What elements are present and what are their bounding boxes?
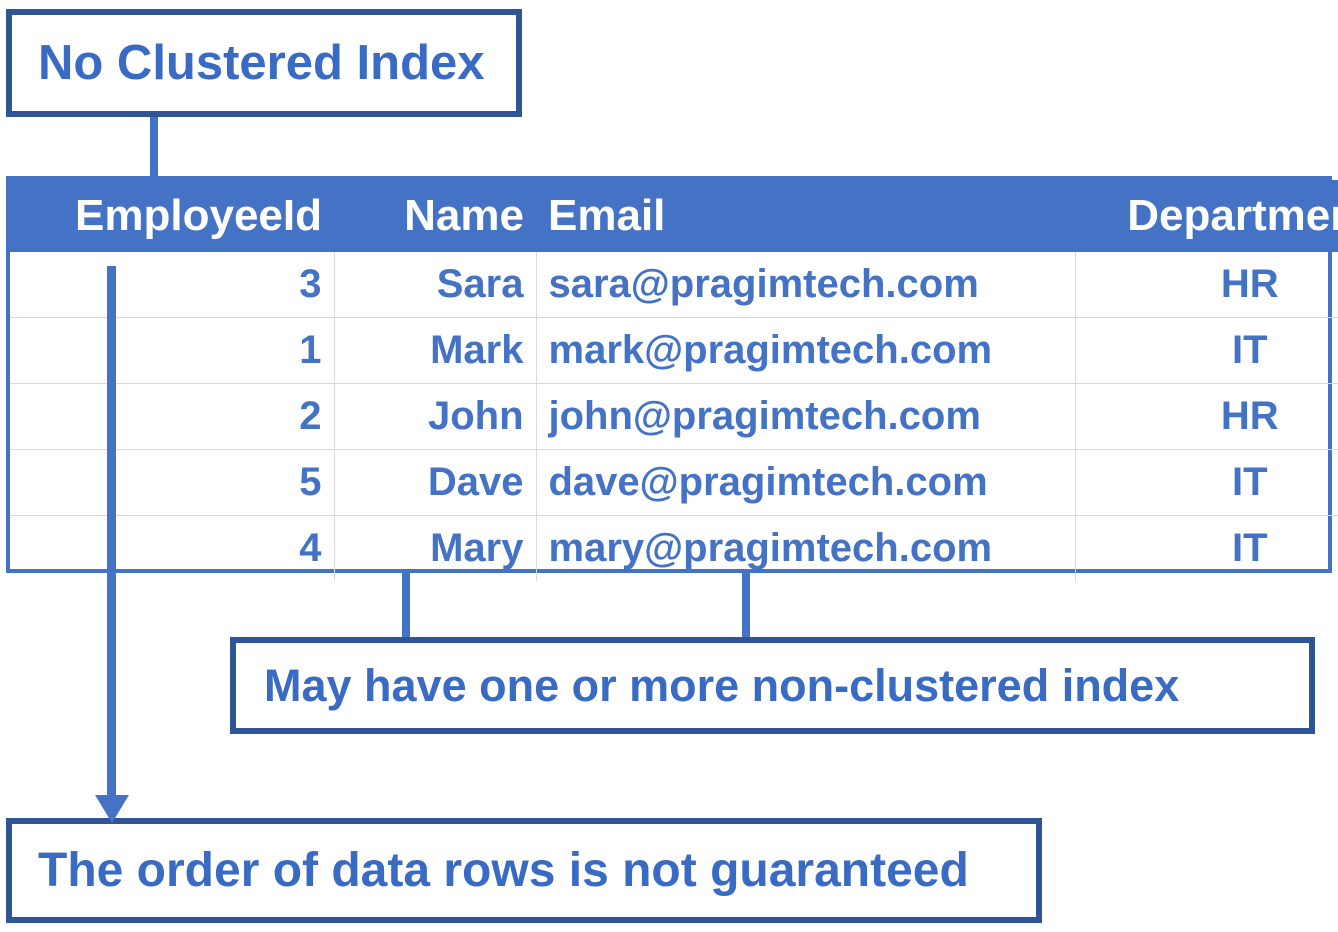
cell-department: IT — [1075, 449, 1338, 516]
cell-name: Sara — [334, 252, 537, 318]
table-row: 5 Dave dave@pragimtech.com IT — [10, 449, 1338, 516]
column-header-email: Email — [536, 180, 1075, 252]
down-arrow-shaft-icon — [107, 266, 116, 800]
no-clustered-index-label: No Clustered Index — [38, 35, 485, 90]
cell-department: IT — [1075, 317, 1338, 384]
employee-table-grid: EmployeeId Name Email Department 3 Sara … — [10, 180, 1338, 581]
cell-department: IT — [1231, 526, 1268, 570]
employee-table: EmployeeId Name Email Department 3 Sara … — [6, 176, 1338, 581]
cell-name: Mark — [334, 317, 537, 384]
cell-email: mark@pragimtech.com — [536, 317, 1076, 384]
non-clustered-index-label: May have one or more non-clustered index — [264, 660, 1180, 711]
table-row: 2 John john@pragimtech.com HR — [10, 383, 1338, 450]
cell-email: mary@pragimtech.com — [536, 515, 1076, 581]
row-order-label: The order of data rows is not guaranteed — [38, 843, 969, 897]
table-body: 3 Sara sara@pragimtech.com HR 1 Mark mar… — [10, 252, 1338, 581]
cell-employee-id: 5 — [10, 449, 335, 516]
cell-name: Dave — [334, 449, 537, 516]
cell-employee-id: 1 — [10, 317, 335, 384]
column-header-employee-id: EmployeeId — [10, 180, 334, 252]
cell-email: sara@pragimtech.com — [536, 252, 1076, 318]
table-row: 1 Mark mark@pragimtech.com IT — [10, 317, 1338, 384]
column-header-department: Department — [1075, 180, 1338, 252]
non-clustered-index-callout: May have one or more non-clustered index — [230, 637, 1315, 734]
cell-employee-id: 2 — [10, 383, 335, 450]
cell-name: John — [334, 383, 537, 450]
cell-department: HR — [1075, 252, 1338, 318]
cell-name: Mary — [334, 515, 537, 581]
table-header: EmployeeId Name Email Department — [10, 180, 1338, 252]
row-order-callout: The order of data rows is not guaranteed — [6, 818, 1042, 923]
no-clustered-index-callout: No Clustered Index — [6, 9, 522, 117]
cell-employee-id: 3 — [10, 252, 335, 318]
cell-email: dave@pragimtech.com — [536, 449, 1076, 516]
cell-employee-id: 4 — [10, 515, 335, 581]
column-header-name: Name — [334, 180, 536, 252]
down-arrow-head-icon — [95, 795, 129, 823]
table-row: 4 Mary mary@pragimtech.com IT — [10, 515, 1338, 581]
cell-email: john@pragimtech.com — [536, 383, 1076, 450]
connector-line-header — [150, 112, 158, 180]
cell-department: HR — [1075, 383, 1338, 450]
table-row: 3 Sara sara@pragimtech.com HR — [10, 252, 1338, 318]
table-header-row: EmployeeId Name Email Department — [10, 180, 1338, 252]
